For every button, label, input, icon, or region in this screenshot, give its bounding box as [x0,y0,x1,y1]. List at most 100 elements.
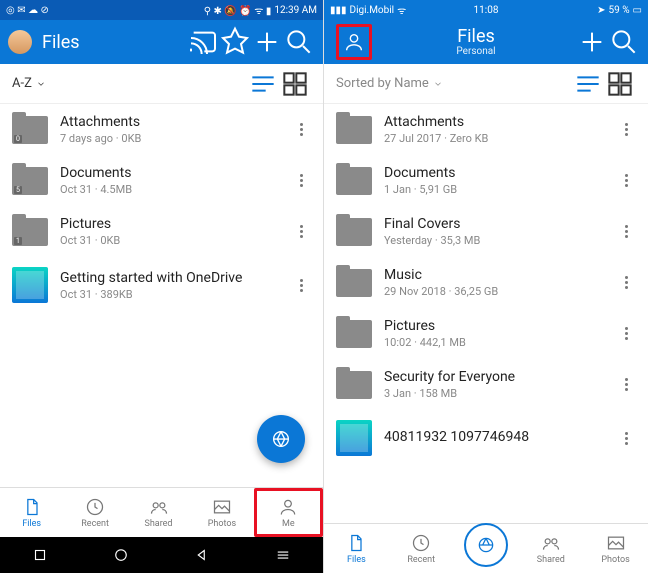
more-icon[interactable] [291,279,311,292]
search-icon[interactable] [283,26,315,58]
item-name: Attachments [60,114,279,130]
list-item[interactable]: Music 29 Nov 2018 · 36,25 GB [324,257,648,308]
view-list-icon[interactable] [247,68,279,100]
add-icon[interactable] [251,26,283,58]
list-item[interactable]: Pictures10:02 · 442,1 MB [324,308,648,359]
tab-shared[interactable]: Shared [127,488,190,537]
person-icon [343,31,365,53]
more-icon[interactable] [291,123,311,136]
page-title: Files [42,32,80,53]
page-title: Files [457,27,495,47]
sort-dropdown[interactable]: Sorted by Name [336,76,443,91]
top-bar: Files [0,20,323,64]
bottom-nav: FilesRecentSharedPhotosMe [0,487,323,537]
bottom-nav: FilesRecent SharedPhotos [324,523,648,573]
folder-icon [336,218,372,246]
location-icon: ➤ [597,5,605,16]
item-meta: 29 Nov 2018 · 36,25 GB [384,285,604,298]
list-item[interactable]: Documents 1 Jan · 5,91 GB [324,155,648,206]
status-time: 11:08 [474,5,499,16]
page-subtitle: Personal [456,46,495,57]
item-name: Documents [384,165,604,181]
item-name: Music [384,267,604,283]
file-thumb [336,420,372,456]
list-item[interactable]: Attachments 27 Jul 2017 · Zero KB [324,104,648,155]
list-item[interactable]: 1 Pictures Oct 31 · 0KB [0,206,323,257]
home-button[interactable] [112,546,130,564]
item-name: Security for Everyone [384,369,604,385]
avatar[interactable] [8,30,32,54]
carrier-label: Digi.Mobil [350,5,395,16]
item-meta: 7 days ago · 0KB [60,132,279,145]
more-icon[interactable] [616,276,636,289]
list-item[interactable]: Final Covers Yesterday · 35,3 MB [324,206,648,257]
back-button[interactable] [193,546,211,564]
menu-button[interactable] [274,546,292,564]
folder-icon [336,167,372,195]
item-name: Pictures [384,318,604,334]
folder-icon [336,269,372,297]
tab-photos[interactable]: Photos [190,488,253,537]
item-meta: Oct 31 · 0KB [60,234,279,247]
status-time: 12:39 AM [274,5,317,16]
view-grid-icon[interactable] [279,68,311,100]
recent-apps-button[interactable] [31,546,49,564]
item-meta: 27 Jul 2017 · Zero KB [384,132,604,145]
item-name: Pictures [60,216,279,232]
sort-bar: Sorted by Name [324,64,648,104]
folder-icon: 5 [12,167,48,195]
folder-icon [336,371,372,399]
scan-button[interactable] [464,523,508,567]
premium-icon[interactable] [219,26,251,58]
tab-recent[interactable]: Recent [389,524,454,573]
tab-photos[interactable]: Photos [583,524,648,573]
scan-fab[interactable] [257,415,305,463]
tab-files[interactable]: Files [0,488,63,537]
sort-bar: A-Z [0,64,323,104]
view-grid-icon[interactable] [604,68,636,100]
view-list-icon[interactable] [572,68,604,100]
tab-recent[interactable]: Recent [63,488,126,537]
file-thumb [12,267,48,303]
tab-shared[interactable]: Shared [518,524,583,573]
more-icon[interactable] [616,225,636,238]
more-icon[interactable] [616,378,636,391]
more-icon[interactable] [291,174,311,187]
chevron-down-icon [433,79,443,89]
list-item[interactable]: 0 Attachments 7 days ago · 0KB [0,104,323,155]
sort-dropdown[interactable]: A-Z [12,76,46,91]
list-item[interactable]: 40811932 1097746948 [324,410,648,466]
list-item[interactable]: 5 Documents Oct 31 · 4.5MB [0,155,323,206]
list-item[interactable]: Getting started with OneDriveOct 31 · 38… [0,257,323,313]
status-icons: ◎ ✉ ☁ ⊘ [6,5,49,16]
add-icon[interactable] [576,26,608,58]
item-meta: Oct 31 · 4.5MB [60,183,279,196]
more-icon[interactable] [616,123,636,136]
item-meta: 3 Jan · 158 MB [384,387,604,400]
signal-icon: ▮▮▮ [330,5,347,16]
cast-icon[interactable] [187,26,219,58]
battery-label: 59 % [609,5,630,16]
folder-icon: 1 [12,218,48,246]
chevron-down-icon [36,79,46,89]
item-name: Getting started with OneDrive [60,270,279,286]
ios-status-bar: ▮▮▮ Digi.Mobil ᯤ 11:08 ➤ 59 % ▭ [324,0,648,20]
more-icon[interactable] [616,432,636,445]
item-name: Final Covers [384,216,604,232]
more-icon[interactable] [616,174,636,187]
item-name: Documents [60,165,279,181]
folder-icon [336,116,372,144]
item-name: Attachments [384,114,604,130]
more-icon[interactable] [291,225,311,238]
item-meta: 1 Jan · 5,91 GB [384,183,604,196]
tab-me[interactable]: Me [254,488,323,537]
more-icon[interactable] [616,327,636,340]
account-button[interactable] [336,24,372,60]
list-item[interactable]: Security for Everyone 3 Jan · 158 MB [324,359,648,410]
item-meta: Yesterday · 35,3 MB [384,234,604,247]
tab-files[interactable]: Files [324,524,389,573]
search-icon[interactable] [608,26,640,58]
file-list: Attachments 27 Jul 2017 · Zero KB Document… [324,104,648,523]
connectivity-icons: ⚲ ✱ 🔕 ⏰ ᯤ ▮ [204,3,272,17]
folder-icon: 0 [12,116,48,144]
